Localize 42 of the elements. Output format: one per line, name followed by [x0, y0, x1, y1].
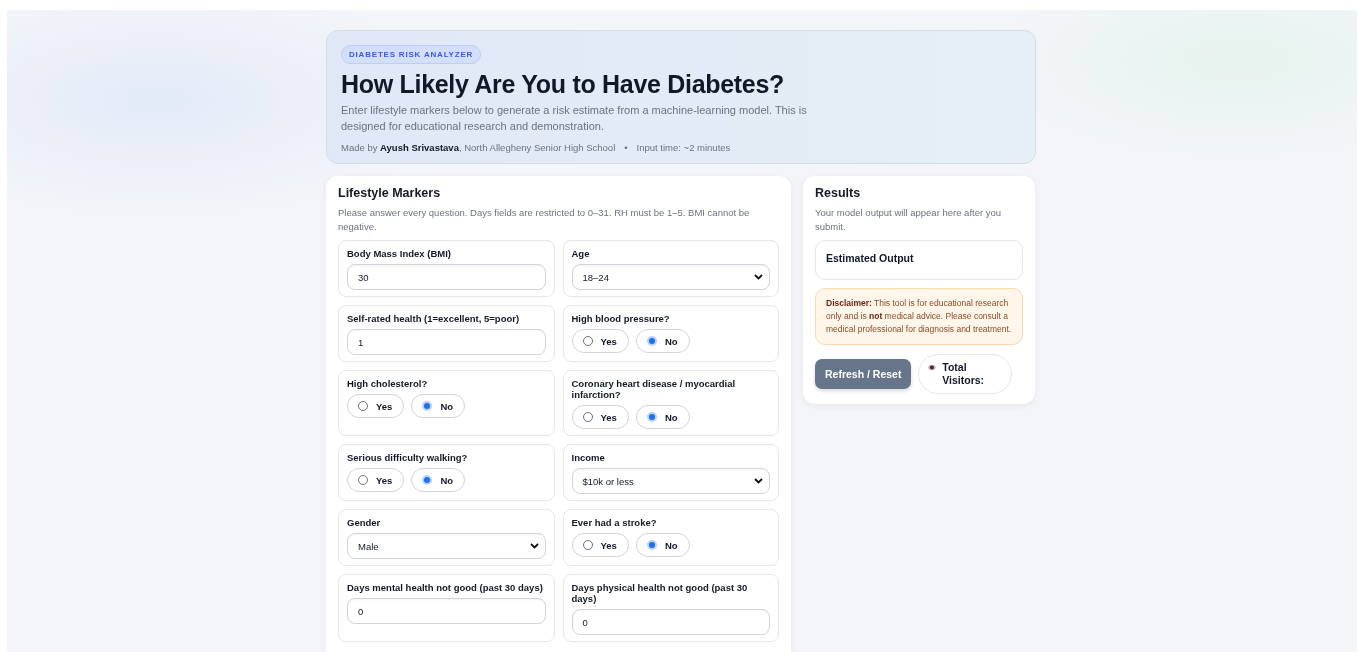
field-label: Days mental health not good (past 30 days)	[347, 582, 544, 593]
field-label: Body Mass Index (BMI)	[347, 248, 452, 259]
section-title: Results	[815, 186, 862, 200]
section-title: Lifestyle Markers	[338, 186, 442, 200]
radio-button[interactable]	[358, 475, 368, 485]
radio-button[interactable]	[582, 336, 593, 346]
output-label: Estimated Output	[826, 252, 914, 264]
chevron-icon	[754, 274, 763, 280]
radio-button[interactable]	[582, 412, 593, 422]
field-label: Age	[571, 248, 591, 259]
app-badge: DIABETES RISK ANALYZER	[341, 45, 482, 64]
field-label: Self-rated health (1=excellent, 5=poor)	[347, 313, 521, 324]
field-label: Gender	[347, 517, 382, 528]
visitors-label: Total Visitors:	[942, 361, 986, 387]
input-time: Input time: ~2 minutes	[636, 142, 731, 153]
radio-button[interactable]	[582, 540, 593, 550]
page-description: Enter lifestyle markers below to generate a risk estimate from a machine-learning model. This is designed for educational research and demonstration.	[341, 103, 808, 134]
author-credit: Made by Ayush Srivastava, North Allegheny Senior High School	[341, 142, 616, 153]
input-field[interactable]: 30	[347, 264, 546, 290]
field-label: Coronary heart disease / myocardial infarction?	[571, 378, 737, 400]
form-instructions: Please answer every question. Days fields are restricted to 0–31. RH must be 1–5. BMI cannot be negative.	[338, 206, 751, 234]
radio-button[interactable]	[358, 401, 368, 411]
field-label: Days physical health not good (past 30 days)	[571, 582, 749, 604]
field-label: High blood pressure?	[571, 313, 671, 324]
input-field[interactable]: 0	[571, 609, 770, 635]
input-field[interactable]: 1	[347, 329, 546, 355]
separator-dot: •	[624, 142, 628, 153]
eye-icon	[928, 364, 937, 371]
reset-button[interactable]: Refresh / Reset	[815, 359, 912, 389]
dropdown[interactable]: Male	[347, 533, 546, 559]
field-label: Ever had a stroke?	[571, 517, 658, 528]
chevron-icon	[529, 543, 539, 549]
dropdown[interactable]: 18–24	[571, 264, 770, 290]
dropdown[interactable]: $10k or less	[571, 468, 770, 494]
input-field[interactable]: 0	[347, 598, 546, 624]
field-label: Income	[571, 452, 606, 463]
chevron-icon	[754, 478, 763, 484]
field-label: Serious difficulty walking?	[347, 452, 469, 463]
page-title: How Likely Are You to Have Diabetes?	[341, 70, 786, 99]
disclaimer-note: Disclaimer: This tool is for educational research only and is not medical advice. Please consult a medical professional for diagnosis and treatment.	[815, 288, 1023, 345]
field-label: High cholesterol?	[347, 378, 429, 389]
results-subtitle: Your model output will appear here after you submit.	[815, 206, 1003, 234]
